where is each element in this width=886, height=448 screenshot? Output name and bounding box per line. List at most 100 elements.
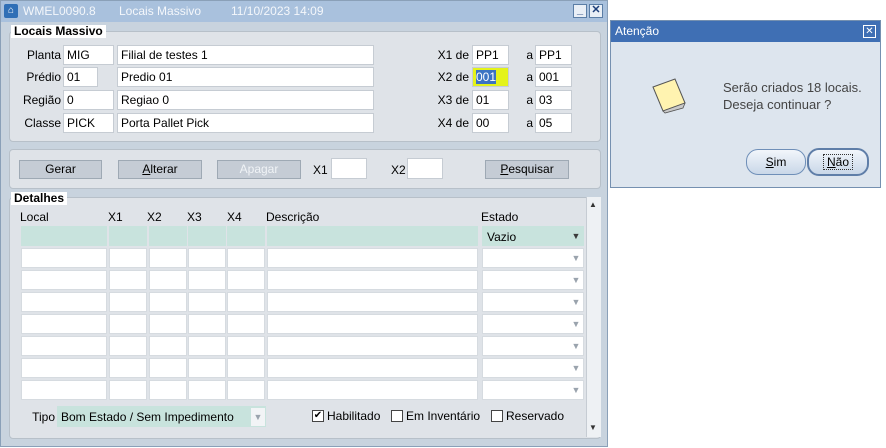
cell-x4[interactable] (227, 270, 265, 290)
cell-local[interactable] (21, 358, 107, 378)
cell-x3[interactable] (188, 270, 226, 290)
cell-local[interactable] (21, 314, 107, 334)
cell-x4[interactable] (227, 314, 265, 334)
cell-estado-select[interactable]: ▼ (482, 292, 584, 312)
x1-a-field[interactable]: PP1 (535, 45, 572, 65)
minimize-icon[interactable]: _ (573, 4, 587, 18)
cell-descricao[interactable] (267, 336, 478, 356)
cell-x3[interactable] (188, 314, 226, 334)
cell-x4[interactable] (227, 336, 265, 356)
habilitado-checkbox[interactable]: ✔ (312, 410, 324, 422)
scroll-down-icon[interactable]: ▼ (589, 423, 597, 432)
x2-filter-field[interactable] (407, 158, 443, 179)
cell-x3[interactable] (188, 226, 226, 246)
tipo-dropdown-icon[interactable]: ▼ (251, 408, 265, 426)
cell-x3[interactable] (188, 380, 226, 400)
cell-local[interactable] (21, 226, 107, 246)
x2-a-label: a (526, 70, 533, 84)
x1-de-field[interactable]: PP1 (472, 45, 509, 65)
x2-a-field[interactable]: 001 (535, 67, 572, 87)
cell-x2[interactable] (149, 292, 187, 312)
cell-local[interactable] (21, 292, 107, 312)
apagar-button[interactable]: Apagar (217, 160, 301, 179)
cell-x4[interactable] (227, 292, 265, 312)
cell-x2[interactable] (149, 248, 187, 268)
tipo-select[interactable]: Bom Estado / Sem Impedimento ▼ (57, 406, 266, 427)
sim-button[interactable]: Sim (746, 149, 806, 175)
classe-desc-field[interactable]: Porta Pallet Pick (117, 113, 374, 133)
cell-x3[interactable] (188, 358, 226, 378)
cell-x1[interactable] (109, 248, 147, 268)
cell-x4[interactable] (227, 358, 265, 378)
estado-dropdown-icon[interactable]: ▼ (569, 381, 583, 399)
cell-descricao[interactable] (267, 226, 478, 246)
cell-descricao[interactable] (267, 270, 478, 290)
cell-x2[interactable] (149, 226, 187, 246)
cell-estado-select[interactable]: ▼ (482, 248, 584, 268)
cell-local[interactable] (21, 380, 107, 400)
gerar-button[interactable]: Gerar (19, 160, 102, 179)
cell-x1[interactable] (109, 380, 147, 400)
cell-x3[interactable] (188, 292, 226, 312)
scroll-up-icon[interactable]: ▲ (589, 200, 597, 209)
reservado-checkbox[interactable] (491, 410, 503, 422)
estado-dropdown-icon[interactable]: ▼ (569, 249, 583, 267)
estado-dropdown-icon[interactable]: ▼ (569, 337, 583, 355)
estado-dropdown-icon[interactable]: ▼ (569, 227, 583, 245)
regiao-desc-field[interactable]: Regiao 0 (117, 90, 374, 110)
regiao-code-field[interactable]: 0 (63, 90, 114, 110)
cell-estado-select[interactable]: ▼ (482, 336, 584, 356)
detalhes-scrollbar[interactable]: ▲ ▼ (586, 197, 601, 437)
estado-dropdown-icon[interactable]: ▼ (569, 293, 583, 311)
cell-descricao[interactable] (267, 292, 478, 312)
cell-x2[interactable] (149, 380, 187, 400)
predio-code-field[interactable]: 01 (63, 67, 98, 87)
cell-descricao[interactable] (267, 358, 478, 378)
nao-button[interactable]: Não (807, 148, 869, 176)
cell-estado-select[interactable]: ▼ (482, 380, 584, 400)
cell-estado-select[interactable]: Vazio ▼ (482, 226, 584, 246)
cell-estado-select[interactable]: ▼ (482, 314, 584, 334)
cell-descricao[interactable] (267, 314, 478, 334)
cell-x1[interactable] (109, 336, 147, 356)
cell-x4[interactable] (227, 226, 265, 246)
cell-x1[interactable] (109, 226, 147, 246)
x2-de-field[interactable]: 001 (472, 67, 509, 87)
cell-x2[interactable] (149, 336, 187, 356)
classe-code-field[interactable]: PICK (63, 113, 114, 133)
cell-x4[interactable] (227, 248, 265, 268)
close-icon[interactable]: ✕ (589, 4, 603, 18)
cell-descricao[interactable] (267, 248, 478, 268)
x4-a-field[interactable]: 05 (535, 113, 572, 133)
pesquisar-button[interactable]: Pesquisar (485, 160, 569, 179)
cell-x2[interactable] (149, 314, 187, 334)
cell-local[interactable] (21, 336, 107, 356)
cell-local[interactable] (21, 248, 107, 268)
cell-descricao[interactable] (267, 380, 478, 400)
dialog-close-icon[interactable]: ✕ (863, 25, 876, 38)
cell-x2[interactable] (149, 358, 187, 378)
estado-dropdown-icon[interactable]: ▼ (569, 271, 583, 289)
cell-estado-select[interactable]: ▼ (482, 270, 584, 290)
predio-desc-field[interactable]: Predio 01 (117, 67, 374, 87)
estado-dropdown-icon[interactable]: ▼ (569, 359, 583, 377)
cell-x3[interactable] (188, 248, 226, 268)
estado-dropdown-icon[interactable]: ▼ (569, 315, 583, 333)
cell-x1[interactable] (109, 292, 147, 312)
em-inventario-checkbox[interactable] (391, 410, 403, 422)
cell-x1[interactable] (109, 358, 147, 378)
x4-de-field[interactable]: 00 (472, 113, 509, 133)
planta-desc-field[interactable]: Filial de testes 1 (117, 45, 374, 65)
cell-x4[interactable] (227, 380, 265, 400)
planta-code-field[interactable]: MIG (63, 45, 114, 65)
cell-estado-select[interactable]: ▼ (482, 358, 584, 378)
cell-x1[interactable] (109, 314, 147, 334)
cell-x1[interactable] (109, 270, 147, 290)
cell-x3[interactable] (188, 336, 226, 356)
cell-x2[interactable] (149, 270, 187, 290)
x3-a-field[interactable]: 03 (535, 90, 572, 110)
cell-local[interactable] (21, 270, 107, 290)
alterar-button[interactable]: Alterar (118, 160, 202, 179)
x3-de-field[interactable]: 01 (472, 90, 509, 110)
x1-filter-field[interactable] (331, 158, 367, 179)
